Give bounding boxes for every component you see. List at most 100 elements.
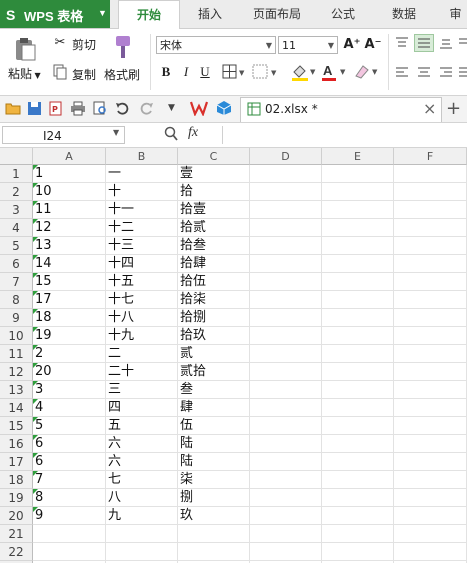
cell-a6[interactable]: 14 xyxy=(33,255,106,273)
redo-icon[interactable] xyxy=(138,101,154,116)
row-header-20[interactable]: 20 xyxy=(0,507,33,525)
cell-e17[interactable] xyxy=(322,453,394,471)
cell-c2[interactable]: 拾 xyxy=(178,183,250,201)
cell-b6[interactable]: 十四 xyxy=(106,255,178,273)
row-header-19[interactable]: 19 xyxy=(0,489,33,507)
cell-c6[interactable]: 拾肆 xyxy=(178,255,250,273)
cell-e12[interactable] xyxy=(322,363,394,381)
increase-font-size-button[interactable]: A⁺ xyxy=(343,37,361,53)
row-header-13[interactable]: 13 xyxy=(0,381,33,399)
cell-d1[interactable] xyxy=(250,165,322,183)
cell-f5[interactable] xyxy=(394,237,467,255)
cell-b16[interactable]: 六 xyxy=(106,435,178,453)
column-header-b[interactable]: B xyxy=(106,148,178,165)
document-tab[interactable]: 02.xlsx * × xyxy=(240,97,442,122)
cell-f17[interactable] xyxy=(394,453,467,471)
app-menu-button[interactable]: S WPS 表格 ▼ xyxy=(0,0,110,28)
cell-c10[interactable]: 拾玖 xyxy=(178,327,250,345)
cell-f12[interactable] xyxy=(394,363,467,381)
cell-b11[interactable]: 二 xyxy=(106,345,178,363)
cut-button[interactable]: 剪切 xyxy=(72,36,96,53)
cell-d9[interactable] xyxy=(250,309,322,327)
cell-e7[interactable] xyxy=(322,273,394,291)
cell-a21[interactable] xyxy=(33,525,106,543)
cell-c4[interactable]: 拾贰 xyxy=(178,219,250,237)
cell-d6[interactable] xyxy=(250,255,322,273)
customize-toolbar-icon[interactable]: ▼ xyxy=(168,103,175,113)
cell-b20[interactable]: 九 xyxy=(106,507,178,525)
cell-b21[interactable] xyxy=(106,525,178,543)
cell-d17[interactable] xyxy=(250,453,322,471)
cell-a10[interactable]: 19 xyxy=(33,327,106,345)
cell-c14[interactable]: 肆 xyxy=(178,399,250,417)
cell-d15[interactable] xyxy=(250,417,322,435)
tab-home[interactable]: 开始 xyxy=(118,0,180,30)
cell-b13[interactable]: 三 xyxy=(106,381,178,399)
cell-b4[interactable]: 十二 xyxy=(106,219,178,237)
cell-d20[interactable] xyxy=(250,507,322,525)
cell-d13[interactable] xyxy=(250,381,322,399)
formula-input[interactable] xyxy=(222,126,467,144)
cell-e3[interactable] xyxy=(322,201,394,219)
bold-button[interactable]: B xyxy=(158,64,174,80)
cell-d10[interactable] xyxy=(250,327,322,345)
cell-c15[interactable]: 伍 xyxy=(178,417,250,435)
cell-b8[interactable]: 十七 xyxy=(106,291,178,309)
cell-e4[interactable] xyxy=(322,219,394,237)
cell-a4[interactable]: 12 xyxy=(33,219,106,237)
font-size-select[interactable]: 11 ▼ xyxy=(278,36,338,54)
column-header-a[interactable]: A xyxy=(33,148,106,165)
row-header-16[interactable]: 16 xyxy=(0,435,33,453)
row-header-18[interactable]: 18 xyxy=(0,471,33,489)
cell-d7[interactable] xyxy=(250,273,322,291)
underline-button[interactable]: U xyxy=(197,64,213,80)
save-icon[interactable] xyxy=(27,101,42,116)
row-header-2[interactable]: 2 xyxy=(0,183,33,201)
select-all-corner[interactable] xyxy=(0,148,33,165)
cell-c13[interactable]: 叁 xyxy=(178,381,250,399)
cell-a8[interactable]: 17 xyxy=(33,291,106,309)
cell-c5[interactable]: 拾叁 xyxy=(178,237,250,255)
cell-a14[interactable]: 4 xyxy=(33,399,106,417)
column-header-f[interactable]: F xyxy=(394,148,467,165)
cell-a13[interactable]: 3 xyxy=(33,381,106,399)
cell-a18[interactable]: 7 xyxy=(33,471,106,489)
row-header-15[interactable]: 15 xyxy=(0,417,33,435)
tab-data[interactable]: 数据 xyxy=(378,0,430,28)
cell-b9[interactable]: 十八 xyxy=(106,309,178,327)
cell-f1[interactable] xyxy=(394,165,467,183)
cell-b10[interactable]: 十九 xyxy=(106,327,178,345)
cell-f7[interactable] xyxy=(394,273,467,291)
cell-c22[interactable] xyxy=(178,543,250,561)
cell-f11[interactable] xyxy=(394,345,467,363)
row-header-22[interactable]: 22 xyxy=(0,543,33,561)
align-left-icon[interactable] xyxy=(394,66,410,80)
row-header-21[interactable]: 21 xyxy=(0,525,33,543)
align-right-icon[interactable] xyxy=(438,66,454,80)
cell-a15[interactable]: 5 xyxy=(33,417,106,435)
cell-f21[interactable] xyxy=(394,525,467,543)
align-top-icon[interactable] xyxy=(394,36,410,50)
cell-c16[interactable]: 陆 xyxy=(178,435,250,453)
cell-c19[interactable]: 捌 xyxy=(178,489,250,507)
cell-a20[interactable]: 9 xyxy=(33,507,106,525)
paste-icon[interactable] xyxy=(12,36,38,62)
fill-color-icon[interactable]: ▼ xyxy=(290,62,318,82)
cell-a11[interactable]: 2 xyxy=(33,345,106,363)
justify-icon[interactable] xyxy=(458,66,467,80)
cell-d11[interactable] xyxy=(250,345,322,363)
cell-c11[interactable]: 贰 xyxy=(178,345,250,363)
format-painter-button[interactable]: 格式刷 xyxy=(104,66,140,83)
cell-a2[interactable]: 10 xyxy=(33,183,106,201)
cell-a1[interactable]: 1 xyxy=(33,165,106,183)
row-header-7[interactable]: 7 xyxy=(0,273,33,291)
align-bottom-icon[interactable] xyxy=(438,36,454,50)
clear-format-icon[interactable]: ▼ xyxy=(352,62,380,82)
cell-c21[interactable] xyxy=(178,525,250,543)
export-pdf-icon[interactable]: P xyxy=(48,101,64,116)
cell-b19[interactable]: 八 xyxy=(106,489,178,507)
cell-d5[interactable] xyxy=(250,237,322,255)
cell-c1[interactable]: 壹 xyxy=(178,165,250,183)
cell-b5[interactable]: 十三 xyxy=(106,237,178,255)
paste-button[interactable]: 粘贴 ▼ xyxy=(8,65,41,82)
